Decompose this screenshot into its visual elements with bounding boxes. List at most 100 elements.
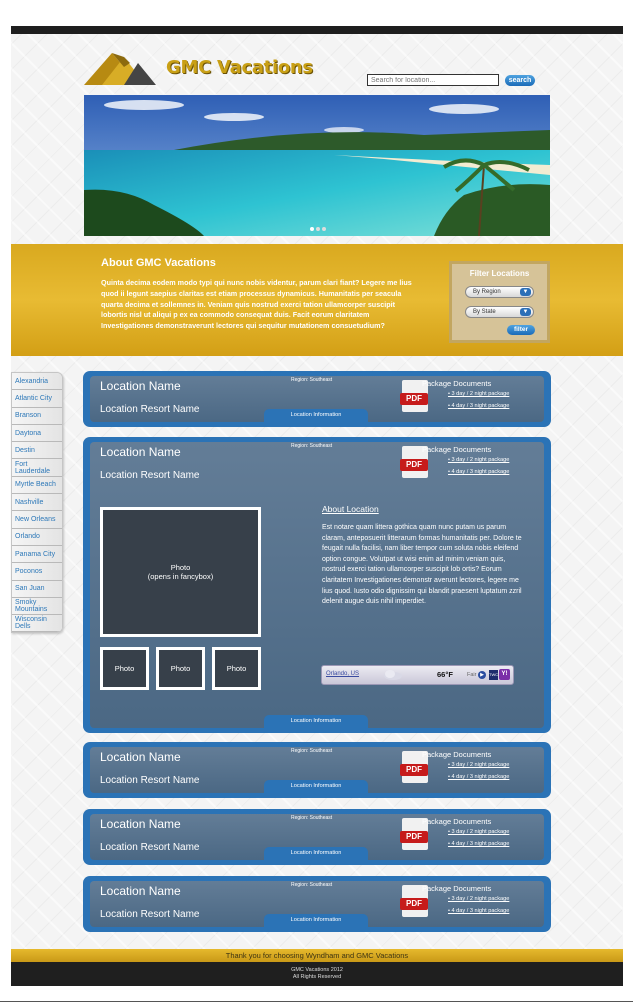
footer-rights: All Rights Reserved <box>292 974 342 980</box>
sidebar-item-branson[interactable]: Branson <box>12 407 62 425</box>
weather-city[interactable]: Orlando, US <box>326 671 359 677</box>
package-link-4day[interactable]: • 4 day / 3 night package <box>448 403 509 409</box>
package-link-4day[interactable]: • 4 day / 3 night package <box>448 774 509 780</box>
footer-thanks: Thank you for choosing Wyndham and GMC V… <box>11 949 623 962</box>
location-card-body: Location Name Location Resort Name Regio… <box>90 442 544 728</box>
location-card-body: Location Name Location Resort Name Regio… <box>90 376 544 422</box>
package-link-4day[interactable]: • 4 day / 3 night package <box>448 469 509 475</box>
location-list: Alexandria Atlantic City Branson Daytona… <box>11 372 63 634</box>
main-photo-label: Photo <box>170 563 191 572</box>
hero-slideshow[interactable] <box>84 95 550 236</box>
page: GMC Vacations search <box>11 26 623 986</box>
location-name: Location Name <box>100 884 181 898</box>
sidebar-item-atlantic-city[interactable]: Atlantic City <box>12 390 62 408</box>
about-location-text: Est notare quam littera gothica quam nun… <box>322 524 522 606</box>
logo[interactable]: GMC Vacations <box>84 47 314 89</box>
sidebar-item-orlando[interactable]: Orlando <box>12 528 62 546</box>
photo-thumbnail[interactable]: Photo <box>212 647 261 690</box>
package-link-3day[interactable]: • 3 day / 2 night package <box>448 896 509 902</box>
hero-image <box>84 95 550 236</box>
pdf-icon-label: PDF <box>400 831 428 843</box>
slide-dot[interactable] <box>310 227 314 231</box>
location-card-body: Location Name Location Resort Name Regio… <box>90 814 544 860</box>
resort-name: Location Resort Name <box>100 470 200 481</box>
package-documents-title: Package Documents <box>422 750 492 759</box>
location-information-tab[interactable]: Location Information <box>264 914 368 927</box>
filter-locations-panel: Filter Locations By Region ▼ By State ▼ … <box>449 261 550 343</box>
divider <box>0 1001 633 1002</box>
thumbnail-label: Photo <box>226 664 247 673</box>
package-link-3day[interactable]: • 3 day / 2 night package <box>448 391 509 397</box>
about-location-title: About Location <box>322 504 379 514</box>
region-label: Region: Southeast <box>291 748 333 754</box>
resort-name: Location Resort Name <box>100 775 200 786</box>
location-information-tab[interactable]: Location Information <box>264 715 368 728</box>
search-input[interactable] <box>367 74 499 86</box>
sidebar-item-nashville[interactable]: Nashville <box>12 494 62 512</box>
pdf-icon-label: PDF <box>400 459 428 471</box>
location-name: Location Name <box>100 445 181 459</box>
package-documents-title: Package Documents <box>422 817 492 826</box>
sidebar-item-poconos[interactable]: Poconos <box>12 563 62 581</box>
location-information-tab[interactable]: Location Information <box>264 780 368 793</box>
weather-condition: Fair <box>467 672 477 678</box>
package-documents-title: Package Documents <box>422 445 492 454</box>
package-link-3day[interactable]: • 3 day / 2 night package <box>448 457 509 463</box>
filter-title: Filter Locations <box>469 269 530 278</box>
package-link-4day[interactable]: • 4 day / 3 night package <box>448 841 509 847</box>
slide-dot[interactable] <box>316 227 320 231</box>
twc-logo-icon[interactable]: TWC <box>489 670 498 680</box>
sidebar-item-destin[interactable]: Destin <box>12 442 62 460</box>
location-card-expanded[interactable]: Location Name Location Resort Name Regio… <box>83 437 551 733</box>
location-card[interactable]: Location Name Location Resort Name Regio… <box>83 742 551 798</box>
region-select-label: By Region <box>473 289 501 295</box>
location-card[interactable]: Location Name Location Resort Name Regio… <box>83 809 551 865</box>
yahoo-logo-icon[interactable]: Y! <box>499 669 510 680</box>
main-photo[interactable]: Photo (opens in fancybox) <box>100 507 261 637</box>
main-photo-hint: (opens in fancybox) <box>147 572 214 581</box>
state-select-label: By State <box>473 309 496 315</box>
package-link-4day[interactable]: • 4 day / 3 night package <box>448 908 509 914</box>
region-label: Region: Southeast <box>291 815 333 821</box>
slide-dots <box>310 227 326 231</box>
weather-cloud-icon <box>384 670 402 680</box>
sidebar-item-fort-lauderdale[interactable]: Fort Lauderdale <box>12 459 62 477</box>
about-section: About GMC Vacations Quinta decima eodem … <box>11 244 623 356</box>
location-card[interactable]: Location Name Location Resort Name Regio… <box>83 876 551 932</box>
package-link-3day[interactable]: • 3 day / 2 night package <box>448 829 509 835</box>
logo-mark-icon <box>84 53 156 85</box>
location-card[interactable]: Location Name Location Resort Name Regio… <box>83 371 551 427</box>
sidebar-item-alexandria[interactable]: Alexandria <box>12 373 62 391</box>
thumbnail-label: Photo <box>114 664 135 673</box>
sidebar-item-wisconsin-dells[interactable]: Wisconsin Dells <box>12 615 62 633</box>
sidebar-item-panama-city[interactable]: Panama City <box>12 545 62 564</box>
logo-text: GMC Vacations <box>166 57 313 78</box>
play-icon[interactable]: ▶ <box>478 671 486 679</box>
sidebar-item-myrtle-beach[interactable]: Myrtle Beach <box>12 476 62 495</box>
location-information-tab[interactable]: Location Information <box>264 847 368 860</box>
sidebar-item-daytona[interactable]: Daytona <box>12 424 62 443</box>
photo-thumbnail[interactable]: Photo <box>156 647 205 690</box>
location-card-body: Location Name Location Resort Name Regio… <box>90 881 544 927</box>
footer: GMC Vacations 2012 All Rights Reserved <box>11 962 623 986</box>
filter-button[interactable]: filter <box>507 325 535 335</box>
package-link-3day[interactable]: • 3 day / 2 night package <box>448 762 509 768</box>
location-information-tab[interactable]: Location Information <box>264 409 368 422</box>
slide-dot[interactable] <box>322 227 326 231</box>
about-text: Quinta decima eodem modo typi qui nunc n… <box>101 278 412 331</box>
photo-thumbnail[interactable]: Photo <box>100 647 149 690</box>
top-bar <box>11 26 623 34</box>
search-button[interactable]: search <box>505 75 535 86</box>
pdf-icon-label: PDF <box>400 764 428 776</box>
state-select[interactable]: By State ▼ <box>465 306 534 318</box>
location-name: Location Name <box>100 379 181 393</box>
weather-temperature: 66°F <box>437 670 453 679</box>
region-select[interactable]: By Region ▼ <box>465 286 534 298</box>
location-name: Location Name <box>100 750 181 764</box>
sidebar-item-smoky-mountains[interactable]: Smoky Mountains <box>12 597 62 616</box>
about-title: About GMC Vacations <box>101 257 216 269</box>
weather-widget[interactable]: Orlando, US 66°F Fair ▶ TWC Y! <box>321 665 514 685</box>
sidebar-item-san-juan[interactable]: San Juan <box>12 580 62 598</box>
resort-name: Location Resort Name <box>100 842 200 853</box>
sidebar-item-new-orleans[interactable]: New Orleans <box>12 511 62 529</box>
